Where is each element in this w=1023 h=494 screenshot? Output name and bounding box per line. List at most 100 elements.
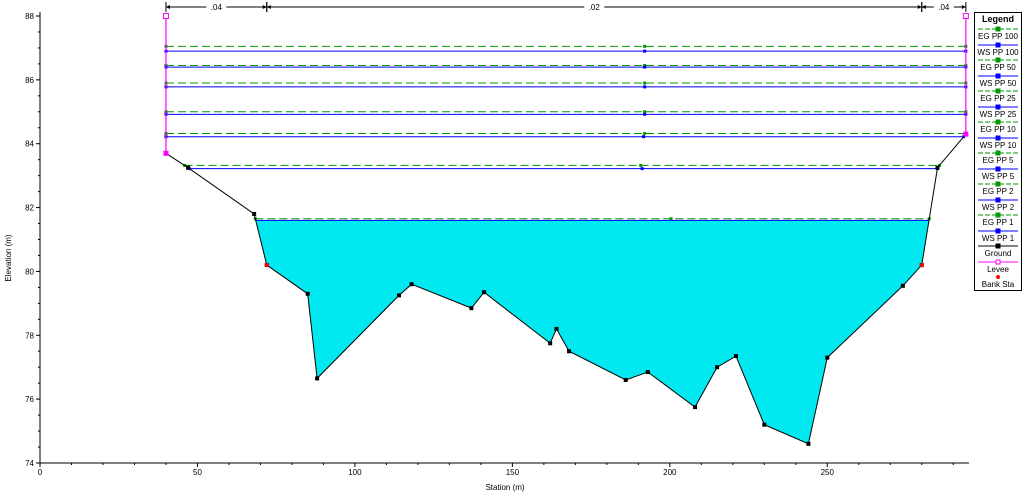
legend-marker-ws-pp-10 bbox=[995, 135, 1001, 140]
x-axis-label: Station (m) bbox=[485, 483, 524, 492]
legend-label-eg-pp-25: EG PP 25 bbox=[980, 94, 1016, 103]
ground-point-19 bbox=[806, 441, 811, 446]
x-tick-label-200: 200 bbox=[663, 468, 677, 477]
legend-marker-eg-pp-2 bbox=[995, 181, 1001, 187]
ground-point-4 bbox=[305, 291, 310, 296]
ground-point-15 bbox=[693, 405, 698, 410]
legend-label-eg-pp-100: EG PP 100 bbox=[978, 32, 1018, 41]
legend-item-eg-pp-1: EG PP 1 bbox=[975, 212, 1021, 228]
ground-point-7 bbox=[409, 282, 414, 287]
legend-marker-eg-pp-25 bbox=[995, 88, 1001, 94]
levee-top-marker-1 bbox=[962, 13, 969, 19]
legend-item-ws-pp-5: WS PP 5 bbox=[975, 166, 1021, 182]
y-tick-label-76: 76 bbox=[25, 395, 34, 404]
series-marker-eg-pp-25-1 bbox=[643, 81, 647, 85]
manning-label-1: .02 bbox=[589, 3, 601, 12]
ground-point-14 bbox=[645, 370, 650, 375]
manning-arrow-1-a bbox=[266, 5, 271, 9]
legend-item-eg-pp-5: EG PP 5 bbox=[975, 150, 1021, 166]
legend-item-ground: Ground bbox=[975, 243, 1021, 259]
legend-marker-eg-pp-10 bbox=[995, 119, 1001, 125]
legend-item-ws-pp-25: WS PP 25 bbox=[975, 104, 1021, 120]
legend-item-ws-pp-50: WS PP 50 bbox=[975, 73, 1021, 89]
manning-arrow-2-a bbox=[921, 5, 926, 9]
bank-sta-point-0 bbox=[264, 262, 269, 268]
legend-marker-ws-pp-100 bbox=[995, 42, 1001, 47]
legend: Legend EG PP 100 WS PP 100 EG PP 50 WS PP 5… bbox=[974, 12, 1022, 291]
ground-point-10 bbox=[548, 341, 553, 346]
levee-base-marker-1 bbox=[963, 131, 969, 137]
manning-arrow-2-b bbox=[961, 5, 966, 9]
legend-label-ws-pp-5: WS PP 5 bbox=[981, 171, 1015, 181]
series-marker-eg-pp-1-1 bbox=[669, 217, 673, 221]
legend-item-levee: Levee bbox=[975, 259, 1021, 275]
series-marker-ws-pp-2-1 bbox=[640, 167, 644, 171]
legend-item-bank-sta: Bank Sta bbox=[975, 274, 1021, 290]
legend-label-ws-pp-25: WS PP 25 bbox=[979, 109, 1017, 119]
legend-label-levee: Levee bbox=[987, 264, 1009, 274]
legend-marker-eg-pp-5 bbox=[995, 150, 1001, 156]
ground-point-20 bbox=[825, 355, 830, 360]
legend-label-ws-pp-2: WS PP 2 bbox=[981, 202, 1015, 212]
legend-item-ws-pp-10: WS PP 10 bbox=[975, 135, 1021, 151]
legend-item-ws-pp-100: WS PP 100 bbox=[975, 42, 1021, 58]
bank-sta-point-1 bbox=[919, 262, 924, 268]
legend-label-bank-sta: Bank Sta bbox=[981, 280, 1015, 289]
ground-point-21 bbox=[900, 283, 905, 288]
manning-arrow-0-b bbox=[262, 5, 267, 9]
series-marker-eg-pp-5-1 bbox=[643, 131, 647, 135]
legend-marker-ws-pp-2 bbox=[995, 197, 1001, 202]
legend-item-eg-pp-100: EG PP 100 bbox=[975, 26, 1021, 42]
cross-section-chart: .04 .02 .04 0 50 100 150 200 250 74 76 78 80 82 84 86 88… bbox=[4, 2, 969, 492]
legend-item-eg-pp-10: EG PP 10 bbox=[975, 119, 1021, 135]
legend-marker-bank-sta bbox=[996, 275, 1000, 279]
y-tick-label-78: 78 bbox=[25, 331, 34, 340]
ground-point-11 bbox=[554, 326, 559, 331]
legend-marker-ws-pp-5 bbox=[995, 166, 1001, 171]
legend-label-ws-pp-50: WS PP 50 bbox=[979, 78, 1017, 88]
legend-label-eg-pp-1: EG PP 1 bbox=[982, 218, 1014, 227]
series-marker-ws-pp-100-1 bbox=[643, 49, 647, 53]
y-tick-label-80: 80 bbox=[25, 267, 34, 276]
ground-point-23 bbox=[935, 165, 940, 170]
legend-label-ws-pp-100: WS PP 100 bbox=[977, 47, 1019, 57]
legend-label-ground: Ground bbox=[984, 249, 1012, 258]
legend-item-ws-pp-2: WS PP 2 bbox=[975, 197, 1021, 213]
legend-label-ws-pp-10: WS PP 10 bbox=[979, 140, 1017, 150]
ground-point-1 bbox=[186, 165, 191, 170]
ground-point-2 bbox=[252, 211, 257, 216]
series-marker-eg-pp-10-1 bbox=[643, 110, 647, 114]
ground-point-16 bbox=[715, 365, 720, 370]
y-tick-label-84: 84 bbox=[25, 140, 34, 149]
ground-point-13 bbox=[623, 377, 628, 382]
ground-point-8 bbox=[469, 306, 474, 311]
legend-label-eg-pp-50: EG PP 50 bbox=[980, 63, 1016, 72]
x-tick-label-0: 0 bbox=[38, 468, 43, 477]
x-tick-label-100: 100 bbox=[348, 468, 362, 477]
legend-marker-levee bbox=[995, 259, 1001, 264]
x-tick-label-50: 50 bbox=[193, 468, 202, 477]
x-tick-label-150: 150 bbox=[506, 468, 520, 477]
levee-top-marker-0 bbox=[162, 13, 169, 19]
ground-point-12 bbox=[567, 349, 572, 354]
series-marker-ws-pp-10-1 bbox=[643, 112, 647, 116]
legend-label-eg-pp-10: EG PP 10 bbox=[980, 125, 1016, 134]
series-marker-ws-pp-5-1 bbox=[642, 135, 646, 139]
y-tick-label-86: 86 bbox=[25, 76, 34, 85]
legend-marker-eg-pp-50 bbox=[995, 57, 1001, 63]
legend-marker-ws-pp-1 bbox=[995, 228, 1001, 233]
ground-point-5 bbox=[315, 376, 320, 381]
manning-arrow-1-b bbox=[917, 5, 922, 9]
legend-label-eg-pp-2: EG PP 2 bbox=[982, 187, 1014, 196]
levee-base-marker-0 bbox=[163, 150, 169, 156]
legend-item-ws-pp-1: WS PP 1 bbox=[975, 228, 1021, 244]
ground-point-17 bbox=[733, 354, 738, 359]
legend-item-eg-pp-25: EG PP 25 bbox=[975, 88, 1021, 104]
x-tick-label-250: 250 bbox=[821, 468, 835, 477]
legend-marker-ground bbox=[995, 243, 1001, 249]
legend-marker-ws-pp-50 bbox=[995, 73, 1001, 78]
series-marker-eg-pp-2-1 bbox=[639, 163, 643, 167]
water-fill-ws-pp-1 bbox=[255, 220, 929, 444]
legend-label-eg-pp-5: EG PP 5 bbox=[982, 156, 1014, 165]
y-tick-label-74: 74 bbox=[25, 459, 34, 468]
